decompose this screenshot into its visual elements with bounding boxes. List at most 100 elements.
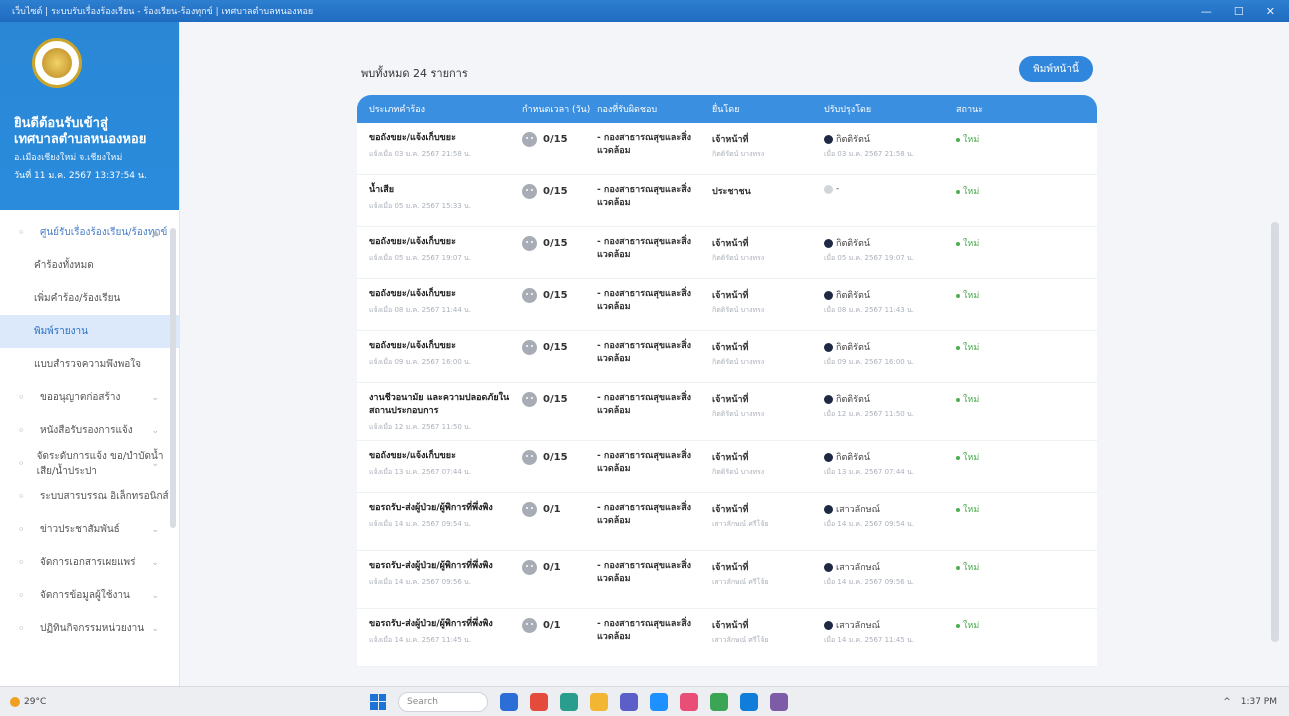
sidebar-item-6[interactable]: ◦ หนังสือรับรองการแจ้ง ⌄ bbox=[0, 414, 179, 447]
clock[interactable]: 1:37 PM bbox=[1241, 697, 1277, 707]
face-icon bbox=[522, 236, 537, 251]
org-name: เทศบาลตำบลหนองหอย bbox=[14, 132, 147, 147]
cell-dept: - กองสาธารณสุขและสิ่งแวดล้อม bbox=[597, 289, 692, 312]
taskbar-app-icon[interactable] bbox=[770, 692, 788, 711]
table-row[interactable]: งานชีวอนามัย และความปลอดภัยในสถานประกอบก… bbox=[357, 383, 1097, 441]
table-row[interactable]: น้ำเสีย แจ้งเมื่อ 05 ม.ค. 2567 15:33 น. 0/… bbox=[357, 175, 1097, 227]
table-row[interactable]: ขอถังขยะ/แจ้งเก็บขยะ แจ้งเมื่อ 05 ม.ค. 25… bbox=[357, 227, 1097, 279]
sidebar-item-label: จัดการเอกสารเผยแพร่ bbox=[40, 557, 136, 568]
taskbar-app-icon[interactable] bbox=[740, 692, 758, 711]
chevron-up-icon[interactable]: ^ bbox=[1223, 697, 1231, 707]
taskbar-app-icon[interactable] bbox=[710, 692, 728, 711]
sidebar-item-8[interactable]: ◦ ระบบสารบรรณ อิเล็กทรอนิกส์ ⌄ bbox=[0, 480, 179, 513]
cell-updater: เสาวลักษณ์ เมื่อ 14 ม.ค. 2567 09:54 น. bbox=[824, 502, 956, 530]
cell-dept: - กองสาธารณสุขและสิ่งแวดล้อม bbox=[597, 393, 692, 416]
main-scrollbar[interactable] bbox=[1271, 222, 1279, 642]
column-header-updater[interactable]: ปรับปรุงโดย bbox=[824, 102, 956, 116]
taskbar-app-icon[interactable] bbox=[530, 692, 548, 711]
table-row[interactable]: ขอถังขยะ/แจ้งเก็บขยะแจ้งเมื่อ 09 ม.ค. 25… bbox=[357, 331, 1097, 383]
table-row[interactable]: ขอถังขยะ/แจ้งเก็บขยะ แจ้งเมื่อ 13 ม.ค. 25… bbox=[357, 441, 1097, 493]
cell-days: 0/15 bbox=[522, 450, 597, 465]
sidebar-scrollbar[interactable] bbox=[170, 228, 176, 528]
cell-days: 0/1 bbox=[522, 618, 597, 633]
sidebar-item-7[interactable]: ◦ จัดระดับการแจ้ง ขอ/บำบัดน้ำเสีย/น้ำประป… bbox=[0, 447, 179, 480]
cell-by: เจ้าหน้าที่ กิตติรัตน์ บางทรง bbox=[712, 450, 824, 478]
sidebar-item-0[interactable]: ◦ ศูนย์รับเรื่องร้องเรียน/ร้องทุกข์ ▲ bbox=[0, 216, 179, 249]
status-dot-icon bbox=[956, 397, 960, 402]
update-date: เมื่อ 09 ม.ค. 2567 16:00 น. bbox=[824, 358, 914, 366]
result-count: พบทั้งหมด 24 รายการ bbox=[361, 67, 468, 80]
submitted-by: เจ้าหน้าที่ bbox=[712, 343, 749, 353]
sidebar-item-4[interactable]: แบบสำรวจความพึงพอใจ bbox=[0, 348, 179, 381]
report-date: แจ้งเมื่อ 14 ม.ค. 2567 09:54 น. bbox=[369, 520, 472, 528]
column-header-dept[interactable]: กองที่รับผิดชอบ bbox=[597, 102, 712, 116]
cell-type: งานชีวอนามัย และความปลอดภัยในสถานประกอบก… bbox=[357, 392, 522, 434]
table-row[interactable]: ขอรถรับ-ส่งผู้ป่วย/ผู้พิการที่พึ่งพิง แจ้… bbox=[357, 551, 1097, 609]
print-page-button[interactable]: พิมพ์หน้านี้ bbox=[1019, 56, 1093, 82]
days-value: 0/1 bbox=[543, 562, 561, 573]
sidebar-item-11[interactable]: ◦ จัดการข้อมูลผู้ใช้งาน ⌄ bbox=[0, 579, 179, 612]
sidebar-item-1[interactable]: คำร้องทั้งหมด bbox=[0, 249, 179, 282]
sidebar-item-12[interactable]: ◦ ปฏิทินกิจกรรมหน่วยงาน ⌄ bbox=[0, 612, 179, 645]
chevron-icon: ▲ bbox=[152, 227, 159, 238]
cell-days: 0/15 bbox=[522, 236, 597, 251]
column-header-status[interactable]: สถานะ bbox=[956, 102, 1097, 116]
windows-start-icon[interactable] bbox=[370, 693, 386, 710]
table-row[interactable]: ขอถังขยะ/แจ้งเก็บขยะ แจ้งเมื่อ 03 ม.ค. 25… bbox=[357, 123, 1097, 175]
mail-icon: ◦ bbox=[18, 424, 25, 437]
avatar bbox=[824, 134, 833, 144]
sidebar-item-2[interactable]: เพิ่มคำร้อง/ร้องเรียน bbox=[0, 282, 179, 315]
complaint-type[interactable]: ขอรถรับ-ส่งผู้ป่วย/ผู้พิการที่พึ่งพิง bbox=[369, 503, 493, 513]
column-header-by[interactable]: ยื่นโดย bbox=[712, 102, 824, 116]
report-date: แจ้งเมื่อ 09 ม.ค. 2567 16:00 น. bbox=[369, 358, 472, 366]
submitter-name: กิตติรัตน์ บางทรง bbox=[712, 254, 765, 262]
complaint-type[interactable]: ขอถังขยะ/แจ้งเก็บขยะ bbox=[369, 237, 456, 247]
report-date: แจ้งเมื่อ 05 ม.ค. 2567 15:33 น. bbox=[369, 202, 472, 210]
column-header-days[interactable]: กำหนดเวลา (วัน) bbox=[522, 102, 597, 116]
complaint-type[interactable]: ขอถังขยะ/แจ้งเก็บขยะ bbox=[369, 133, 456, 143]
table-row[interactable]: ขอรถรับ-ส่งผู้ป่วย/ผู้พิการที่พึ่งพิงแจ้… bbox=[357, 493, 1097, 551]
taskbar-app-icon[interactable] bbox=[590, 692, 608, 711]
cell-days: 0/1 bbox=[522, 502, 597, 517]
taskbar-app-icon[interactable] bbox=[680, 692, 698, 711]
cell-status: ใหม่ bbox=[956, 288, 1097, 302]
taskbar-search[interactable]: Search bbox=[398, 691, 488, 712]
taskbar: 29°C Search ^ 1:37 PM bbox=[0, 686, 1289, 716]
table-row[interactable]: ขอรถรับ-ส่งผู้ป่วย/ผู้พิการที่พึ่งพิง แจ้… bbox=[357, 609, 1097, 667]
current-date: วันที่ 11 ม.ค. 2567 13:37:54 น. bbox=[14, 171, 147, 181]
taskbar-app-icon[interactable] bbox=[560, 692, 578, 711]
updater-name: เสาวลักษณ์ bbox=[836, 505, 880, 515]
taskbar-app-icon[interactable] bbox=[650, 692, 668, 711]
taskbar-app-icon[interactable] bbox=[500, 692, 518, 711]
complaint-type[interactable]: ขอถังขยะ/แจ้งเก็บขยะ bbox=[369, 341, 456, 351]
close-button[interactable]: ✕ bbox=[1266, 5, 1275, 18]
complaint-type[interactable]: ขอถังขยะ/แจ้งเก็บขยะ bbox=[369, 289, 456, 299]
minimize-button[interactable]: — bbox=[1201, 5, 1212, 18]
welcome-text: ยินดีต้อนรับเข้าสู่ bbox=[14, 116, 108, 131]
cell-by: เจ้าหน้าที่ เสาวลักษณ์ ศรีโจ้ย bbox=[712, 560, 824, 588]
sidebar-item-3[interactable]: พิมพ์รายงาน bbox=[0, 315, 179, 348]
face-icon bbox=[522, 502, 537, 517]
table-row[interactable]: ขอถังขยะ/แจ้งเก็บขยะ แจ้งเมื่อ 08 ม.ค. 25… bbox=[357, 279, 1097, 331]
sidebar-item-10[interactable]: ◦ จัดการเอกสารเผยแพร่ ⌄ bbox=[0, 546, 179, 579]
days-value: 0/1 bbox=[543, 620, 561, 631]
updater-name: เสาวลักษณ์ bbox=[836, 563, 880, 573]
complaint-type[interactable]: ขอรถรับ-ส่งผู้ป่วย/ผู้พิการที่พึ่งพิง bbox=[369, 619, 493, 629]
cell-by: เจ้าหน้าที่ กิตติรัตน์ บางทรง bbox=[712, 340, 824, 368]
complaint-type[interactable]: งานชีวอนามัย และความปลอดภัยในสถานประกอบก… bbox=[369, 393, 509, 416]
chevron-icon: ⌄ bbox=[151, 524, 159, 535]
sidebar-item-5[interactable]: ◦ ขออนุญาตก่อสร้าง ⌄ bbox=[0, 381, 179, 414]
updater-name: เสาวลักษณ์ bbox=[836, 621, 880, 631]
taskbar-app-icon[interactable] bbox=[620, 692, 638, 711]
complaint-type[interactable]: ขอรถรับ-ส่งผู้ป่วย/ผู้พิการที่พึ่งพิง bbox=[369, 561, 493, 571]
chevron-icon: ⌄ bbox=[151, 458, 159, 469]
status-badge: ใหม่ bbox=[963, 291, 980, 301]
weather-widget[interactable]: 29°C bbox=[0, 696, 180, 707]
column-header-type[interactable]: ประเภทคำร้อง bbox=[357, 102, 522, 116]
cell-dept: - กองสาธารณสุขและสิ่งแวดล้อม bbox=[597, 451, 692, 474]
sidebar-item-9[interactable]: ◦ ข่าวประชาสัมพันธ์ ⌄ bbox=[0, 513, 179, 546]
complaint-type[interactable]: น้ำเสีย bbox=[369, 185, 394, 195]
complaint-type[interactable]: ขอถังขยะ/แจ้งเก็บขยะ bbox=[369, 451, 456, 461]
cell-type: ขอรถรับ-ส่งผู้ป่วย/ผู้พิการที่พึ่งพิงแจ้… bbox=[357, 502, 522, 531]
maximize-button[interactable]: ☐ bbox=[1234, 5, 1244, 18]
